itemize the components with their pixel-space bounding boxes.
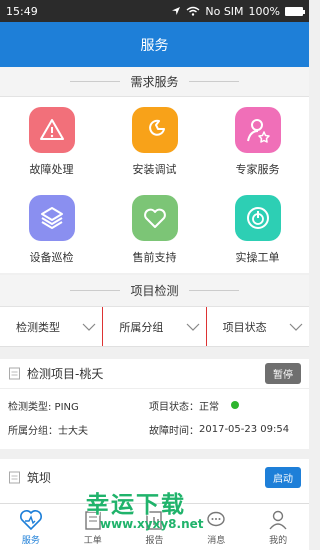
- carrier-text: No SIM: [205, 4, 244, 18]
- power-icon: [234, 195, 281, 241]
- service-grid: 故障处理 安装调试 专家服务 设备巡检 售前支持 实操工单: [0, 97, 309, 273]
- user-icon: [269, 510, 287, 530]
- tab-workorder[interactable]: 工单: [62, 504, 124, 550]
- chevron-down-icon: [289, 323, 303, 331]
- layers-icon: [28, 195, 75, 241]
- status-time: 15:49: [6, 4, 38, 18]
- pause-button[interactable]: 暂停: [265, 363, 301, 384]
- project-group: 所属分组：士大夫: [8, 425, 88, 437]
- filter-group[interactable]: 所属分组: [103, 307, 207, 346]
- clipboard-icon: [84, 511, 101, 530]
- tab-message[interactable]: 消息: [185, 504, 247, 550]
- project-status-value: 正常: [199, 401, 219, 413]
- fault-time-value: 2017-05-23 09:54: [199, 423, 290, 435]
- filter-bar: 检测类型 所属分组 项目状态: [0, 307, 309, 347]
- service-expert[interactable]: 专家服务: [206, 97, 309, 185]
- wifi-icon: [186, 6, 200, 16]
- start-button[interactable]: 启动: [265, 466, 301, 488]
- wrench-icon: [131, 107, 178, 153]
- status-bar: 15:49 No SIM 100%: [0, 0, 309, 22]
- service-fault[interactable]: 故障处理: [0, 97, 103, 185]
- tab-mine[interactable]: 我的: [247, 504, 309, 550]
- battery-text: 100%: [248, 4, 280, 18]
- service-workorder[interactable]: 实操工单: [206, 185, 309, 273]
- status-dot-icon: [231, 401, 239, 409]
- chat-icon: [207, 511, 225, 527]
- filter-status[interactable]: 项目状态: [207, 307, 309, 346]
- report-icon: [146, 511, 163, 530]
- project-name: 筑坝: [27, 470, 52, 485]
- battery-icon: [285, 6, 305, 16]
- filter-type[interactable]: 检测类型: [0, 307, 104, 346]
- project-card[interactable]: 检测项目-桃夭 暂停 检测类型: PING 项目状态： 正常 所属分组：士大夫 …: [0, 359, 309, 449]
- page-title: 服务: [140, 37, 169, 54]
- tab-report[interactable]: 报告: [124, 504, 186, 550]
- service-presale[interactable]: 售前支持: [103, 185, 206, 273]
- warning-icon: [28, 107, 75, 153]
- service-install[interactable]: 安装调试: [103, 97, 206, 185]
- demand-section-title: 需求服务: [0, 67, 309, 97]
- heart-icon: [131, 195, 178, 241]
- page-header: 服务: [0, 22, 309, 67]
- expert-icon: [234, 107, 281, 153]
- project-type: 检测类型: PING: [8, 401, 79, 413]
- tab-service[interactable]: 服务: [0, 504, 62, 550]
- chevron-down-icon: [186, 323, 200, 331]
- service-inspection[interactable]: 设备巡检: [0, 185, 103, 273]
- project-name: 检测项目-桃夭: [27, 367, 104, 381]
- document-icon: [9, 367, 20, 380]
- location-icon: [172, 7, 181, 15]
- project-status-label: 项目状态：: [149, 401, 199, 413]
- project-card[interactable]: 筑坝 启动: [0, 459, 309, 503]
- document-icon: [9, 471, 20, 483]
- chevron-down-icon: [82, 323, 96, 331]
- project-section-title: 项目检测: [0, 275, 309, 307]
- heart-tab-icon: [19, 510, 42, 531]
- fault-time-label: 故障时间：: [149, 425, 199, 437]
- bottom-tab-bar: 服务 工单 报告 消息 我的: [0, 503, 309, 550]
